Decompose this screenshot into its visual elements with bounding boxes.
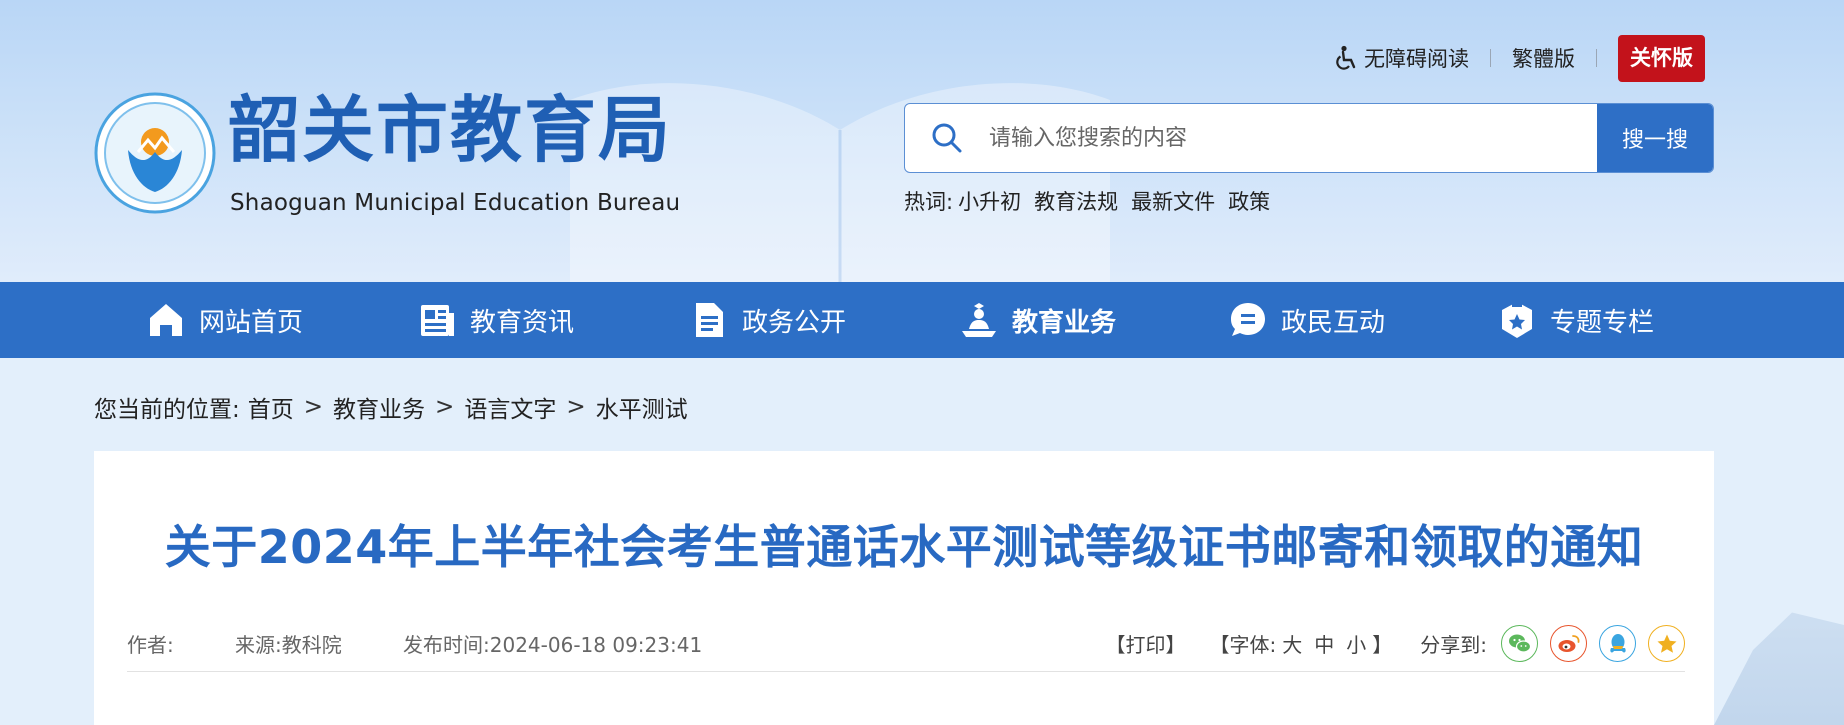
article-tools: 【打印】 【字体: 大 中 小 】 分享到: — [1106, 625, 1685, 662]
share-label: 分享到: — [1420, 633, 1487, 657]
site-subtitle: Shaoguan Municipal Education Bureau — [230, 190, 681, 216]
nav-label: 政民互动 — [1281, 307, 1386, 338]
source-value: 教科院 — [281, 633, 342, 657]
publish-label: 发布时间: — [403, 633, 490, 657]
nav-label: 政务公开 — [742, 307, 847, 338]
share-icons — [1501, 625, 1685, 662]
wheelchair-icon — [1336, 45, 1356, 70]
search-icon — [905, 122, 989, 154]
nav-label: 教育资讯 — [470, 307, 575, 338]
font-size-close: 】 — [1372, 633, 1393, 657]
author-label: 作者: — [127, 633, 174, 657]
site-header: 韶关市教育局 Shaoguan Municipal Education Bure… — [0, 0, 1844, 282]
qq-icon[interactable] — [1599, 625, 1636, 662]
care-mode-button[interactable]: 关怀版 — [1618, 34, 1705, 82]
hot-word-link[interactable]: 最新文件 — [1131, 186, 1215, 216]
bureau-logo — [94, 92, 216, 214]
site-title: 韶关市教育局 — [228, 87, 673, 172]
print-button[interactable]: 【打印】 — [1106, 629, 1186, 658]
qzone-icon[interactable] — [1648, 625, 1685, 662]
breadcrumb-link[interactable]: 教育业务 — [333, 390, 425, 424]
meta-divider — [127, 671, 1685, 672]
font-size-large[interactable]: 大 — [1282, 629, 1302, 658]
font-size-medium[interactable]: 中 — [1314, 629, 1334, 658]
font-size-label: 【字体: — [1209, 633, 1277, 657]
nav-item-interaction[interactable]: 政民互动 — [1229, 282, 1385, 358]
breadcrumb-separator: > — [303, 394, 324, 420]
nav-item-home[interactable]: 网站首页 — [147, 282, 303, 358]
nav-item-news[interactable]: 教育资讯 — [418, 282, 574, 358]
news-icon — [421, 305, 454, 336]
nav-item-special-topics[interactable]: 专题专栏 — [1498, 282, 1654, 358]
breadcrumb: 您当前的位置: 首页 > 教育业务 > 语言文字 > 水平测试 — [94, 390, 688, 424]
accessibility-link[interactable]: 无障碍阅读 — [1334, 43, 1469, 73]
breadcrumb-separator: > — [435, 394, 455, 420]
hot-words: 热词: 小升初 教育法规 最新文件 政策 — [904, 186, 1270, 216]
nav-label: 网站首页 — [199, 307, 304, 338]
font-size-controls: 【字体: 大 中 小 】 — [1210, 629, 1393, 658]
main-nav: 网站首页 教育资讯 政务公开 教育业务 政民互动 专题专栏 — [0, 282, 1844, 358]
divider — [1490, 49, 1491, 67]
breadcrumb-link[interactable]: 首页 — [248, 390, 294, 424]
nav-label: 教育业务 — [1012, 307, 1117, 338]
nav-item-education[interactable]: 教育业务 — [960, 282, 1116, 358]
education-icon — [962, 303, 996, 337]
chat-icon — [1231, 303, 1265, 336]
font-size-small[interactable]: 小 — [1346, 629, 1366, 658]
hot-words-label: 热词: — [904, 190, 954, 214]
accessibility-label: 无障碍阅读 — [1364, 47, 1469, 71]
article-meta-info: 作者: 来源:教科院 发布时间:2024-06-18 09:23:41 — [127, 629, 702, 658]
traditional-chinese-link[interactable]: 繁體版 — [1512, 43, 1575, 73]
breadcrumb-link[interactable]: 水平测试 — [596, 390, 688, 424]
top-links: 无障碍阅读 繁體版 关怀版 — [1334, 34, 1705, 82]
article-title: 关于2024年上半年社会考生普通话水平测试等级证书邮寄和领取的通知 — [164, 520, 1644, 574]
mountain-decoration — [1714, 612, 1844, 725]
publish-time: 2024-06-18 09:23:41 — [489, 633, 703, 657]
badge-icon — [1502, 301, 1532, 338]
hot-word-link[interactable]: 小升初 — [958, 186, 1021, 216]
publish-info: 发布时间:2024-06-18 09:23:41 — [403, 629, 702, 658]
weibo-icon[interactable] — [1550, 625, 1587, 662]
article-meta: 作者: 来源:教科院 发布时间:2024-06-18 09:23:41 【打印】… — [127, 625, 1685, 662]
search-button[interactable]: 搜一搜 — [1597, 104, 1713, 172]
breadcrumb-prefix: 您当前的位置: — [94, 397, 240, 423]
article-card: 关于2024年上半年社会考生普通话水平测试等级证书邮寄和领取的通知 作者: 来源… — [94, 451, 1714, 725]
search-box: 搜一搜 — [904, 103, 1714, 173]
breadcrumb-link[interactable]: 语言文字 — [464, 390, 556, 424]
source-label: 来源: — [235, 633, 282, 657]
divider — [1596, 49, 1597, 67]
source-info: 来源:教科院 — [235, 629, 403, 658]
home-icon — [150, 304, 182, 336]
hot-word-link[interactable]: 政策 — [1228, 186, 1270, 216]
hot-word-link[interactable]: 教育法规 — [1034, 186, 1118, 216]
nav-label: 专题专栏 — [1550, 307, 1655, 338]
nav-item-gov-affairs[interactable]: 政务公开 — [690, 282, 846, 358]
wechat-icon[interactable] — [1501, 625, 1538, 662]
document-icon — [696, 303, 723, 337]
breadcrumb-separator: > — [566, 394, 586, 420]
search-input[interactable] — [989, 104, 1597, 172]
